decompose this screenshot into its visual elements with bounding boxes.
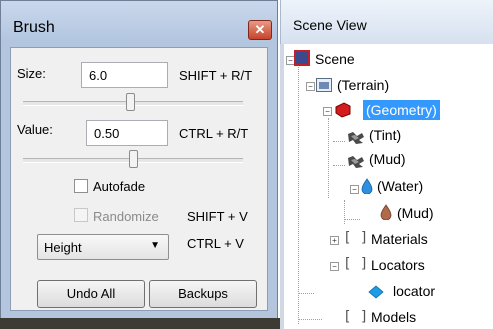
texture-icon	[348, 156, 364, 168]
collapse-toggle[interactable]: −	[306, 82, 315, 91]
brush-title: Brush	[13, 19, 55, 36]
tree-node-mud[interactable]: (Mud)	[369, 151, 406, 167]
brush-mode-value: Height	[44, 240, 82, 255]
undo-all-button[interactable]: Undo All	[37, 280, 145, 308]
locator-icon	[368, 285, 384, 299]
value-hotkey: CTRL + R/T	[179, 126, 249, 141]
randomize-checkbox[interactable]	[74, 208, 88, 222]
tree-node-water[interactable]: (Water)	[377, 178, 423, 194]
scene-view-panel: Scene View − Scene − (Terrain) − (Geomet…	[280, 0, 493, 329]
group-icon: [ ]	[343, 230, 369, 246]
tree-node-locators[interactable]: Locators	[371, 257, 425, 273]
randomize-hotkey: SHIFT + V	[187, 209, 248, 224]
brush-window: Brush ✕ Size: 6.0 SHIFT + R/T Value: 0.5…	[0, 0, 278, 320]
tree-line	[344, 200, 345, 224]
value-input[interactable]: 0.50	[86, 120, 168, 146]
brush-mode-dropdown[interactable]: Height ▼	[37, 234, 169, 260]
tree-line	[344, 219, 360, 220]
scene-icon	[294, 50, 310, 66]
close-button[interactable]: ✕	[248, 20, 272, 40]
tree-node-terrain[interactable]: (Terrain)	[337, 77, 389, 93]
background-strip	[0, 318, 280, 329]
geometry-icon	[335, 102, 351, 118]
value-label: Value:	[17, 122, 53, 137]
panel-divider[interactable]	[280, 44, 284, 329]
mode-hotkey: CTRL + V	[187, 236, 244, 251]
expand-toggle[interactable]: +	[330, 236, 339, 245]
backups-button[interactable]: Backups	[149, 280, 257, 308]
tree-node-geometry[interactable]: (Geometry)	[363, 100, 440, 120]
tree-node-scene[interactable]: Scene	[315, 51, 355, 67]
tree-node-mud[interactable]: (Mud)	[397, 205, 434, 221]
size-label: Size:	[17, 66, 46, 81]
chevron-down-icon: ▼	[150, 240, 160, 251]
mud-drop-icon	[380, 204, 392, 220]
tree-node-materials[interactable]: Materials	[371, 231, 428, 247]
tree-line	[333, 165, 345, 166]
autofade-label[interactable]: Autofade	[93, 179, 145, 194]
tree-node-models[interactable]: Models	[371, 309, 416, 325]
tree-line	[298, 319, 322, 320]
size-hotkey: SHIFT + R/T	[179, 68, 253, 83]
brush-panel: Size: 6.0 SHIFT + R/T Value: 0.50 CTRL +…	[10, 47, 268, 311]
scene-view-header: Scene View	[280, 0, 493, 44]
size-slider-thumb[interactable]	[126, 93, 136, 111]
tree-line	[333, 141, 345, 142]
value-slider-thumb[interactable]	[128, 150, 138, 168]
autofade-checkbox[interactable]	[74, 179, 88, 193]
tree-line	[328, 118, 329, 198]
collapse-toggle[interactable]: −	[323, 107, 332, 116]
texture-icon	[348, 132, 364, 144]
group-icon: [ ]	[343, 309, 369, 325]
terrain-icon	[316, 78, 332, 92]
collapse-toggle[interactable]: −	[330, 262, 339, 271]
brush-titlebar[interactable]: Brush ✕	[1, 1, 277, 43]
tree-node-tint[interactable]: (Tint)	[369, 127, 401, 143]
water-drop-icon	[361, 178, 373, 194]
randomize-label: Randomize	[93, 209, 159, 224]
tree-line	[298, 64, 299, 324]
size-input[interactable]: 6.0	[81, 62, 168, 88]
tree-node-locator[interactable]: locator	[393, 283, 435, 299]
group-icon: [ ]	[343, 256, 369, 272]
collapse-toggle[interactable]: −	[350, 185, 359, 194]
tree-line	[298, 293, 314, 294]
scene-view-title: Scene View	[293, 17, 367, 33]
